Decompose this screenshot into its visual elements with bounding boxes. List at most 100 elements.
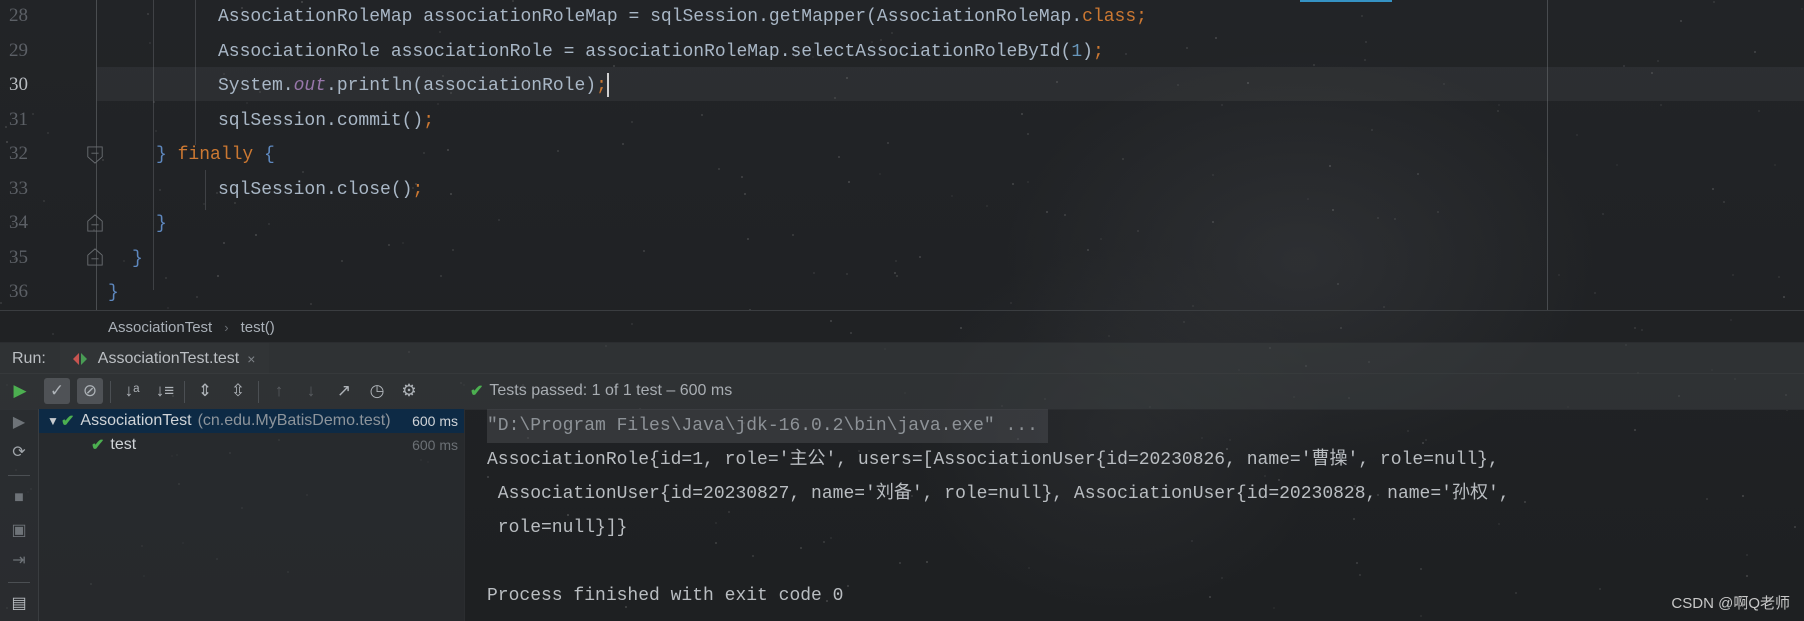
tab-title: AssociationTest.test [97, 349, 240, 367]
test-runner-toolbar: ▶ ✓ ⊘ ↓ᵃ ↓≡ ⇕ ⇳ ↑ ↓ ↗ ◷ ⚙ [0, 373, 1804, 410]
sort-alpha-icon: ↓ᵃ [124, 381, 140, 400]
test-history-button[interactable]: ◷ [364, 378, 390, 404]
code-token: } [108, 283, 119, 303]
code-line[interactable]: AssociationRole associationRole = associ… [218, 35, 1104, 69]
run-panel-header: Run: AssociationTest.test × [0, 342, 1804, 374]
line-number: 32 [9, 143, 28, 164]
test-status-text: Tests passed: 1 of 1 test – 600 ms [489, 382, 733, 399]
code-token: class [1082, 7, 1137, 27]
test-class-name: AssociationTest [80, 412, 192, 429]
show-passed-toggle[interactable]: ✓ [44, 378, 70, 404]
console-line: AssociationUser{id=20230827, name='刘备', … [487, 484, 1510, 504]
code-token: ; [1092, 41, 1104, 62]
code-token: out [293, 76, 327, 96]
tree-node-association-test[interactable]: ▼ ✔ AssociationTest (cn.edu.MyBatisDemo.… [39, 409, 464, 433]
tree-node-test[interactable]: ✔ test 600 ms [39, 433, 464, 457]
indent-guide [205, 170, 206, 210]
code-line[interactable]: AssociationRoleMap associationRoleMap = … [218, 0, 1147, 34]
code-token: ; [1136, 7, 1147, 27]
scroll-indicator [1300, 0, 1392, 2]
fold-marker-icon[interactable] [86, 248, 104, 266]
code-editor[interactable]: 28 29 30 31 32 33 34 35 36 AssociationRoleMap as… [0, 0, 1804, 310]
rerun-button[interactable]: ▶ [7, 378, 33, 404]
text-caret [606, 73, 609, 98]
console-exit-line: Process finished with exit code 0 [487, 586, 844, 606]
right-margin-guide [1547, 0, 1548, 310]
show-ignored-toggle[interactable]: ⊘ [77, 378, 103, 404]
code-token: System. [218, 76, 294, 96]
toolbar-divider [258, 381, 259, 403]
line-number: 29 [9, 39, 28, 61]
previous-failed-button[interactable]: ↑ [266, 378, 292, 404]
export-results-button[interactable]: ↗ [331, 378, 357, 404]
code-line[interactable]: sqlSession.commit(); [218, 104, 434, 138]
code-line[interactable]: System.out.println(associationRole); [218, 69, 609, 103]
code-line[interactable]: } [108, 276, 119, 310]
rerun-failed-icon: ▶ [12, 414, 26, 431]
test-results-tree: ▼ ✔ AssociationTest (cn.edu.MyBatisDemo.… [39, 409, 465, 621]
dump-threads-button[interactable]: ▣ [9, 520, 29, 540]
code-line[interactable]: } finally { [156, 138, 275, 172]
code-token: { [253, 145, 275, 165]
layout-button[interactable]: ▤ [9, 593, 29, 613]
fold-marker-icon[interactable] [86, 214, 104, 232]
watermark: CSDN @啊Q老师 [1671, 595, 1790, 612]
code-token: sqlSession.close() [218, 179, 413, 200]
line-number: 31 [9, 108, 28, 130]
test-method-name: test [110, 436, 137, 453]
strip-divider [8, 582, 30, 583]
rerun-failed-button[interactable]: ▶ [9, 412, 29, 432]
indent-guide [195, 0, 196, 145]
breadcrumb-item-method[interactable]: test() [241, 319, 275, 336]
junit-run-icon [72, 352, 88, 366]
play-icon: ▶ [13, 381, 27, 400]
layout-icon: ▤ [11, 595, 27, 612]
indent-guide [153, 0, 154, 290]
sort-by-duration-button[interactable]: ↓≡ [152, 378, 178, 404]
breadcrumb-item-class[interactable]: AssociationTest [108, 319, 212, 336]
strip-divider [8, 475, 30, 476]
code-token: } [132, 248, 143, 269]
code-line[interactable]: } [132, 242, 143, 276]
settings-button[interactable]: ⚙ [396, 378, 422, 404]
fold-marker-icon[interactable] [86, 146, 104, 164]
line-number: 33 [9, 177, 28, 199]
code-line[interactable]: sqlSession.close(); [218, 173, 423, 207]
console-output[interactable]: "D:\Program Files\Java\jdk-16.0.2\bin\ja… [465, 409, 1804, 621]
collapse-all-icon: ⇳ [230, 381, 246, 400]
line-number-gutter[interactable]: 28 29 30 31 32 33 34 35 36 [0, 0, 97, 310]
test-duration: 600 ms [412, 413, 458, 429]
code-token: finally [177, 145, 254, 165]
passed-check-icon: ✔ [91, 437, 105, 454]
toggle-auto-test-icon: ⟳ [12, 444, 26, 461]
toggle-auto-test-button[interactable]: ⟳ [9, 442, 29, 462]
stop-button[interactable]: ■ [9, 488, 29, 508]
collapse-all-button[interactable]: ⇳ [225, 378, 251, 404]
export-icon: ↗ [336, 381, 352, 400]
line-number: 30 [9, 74, 28, 95]
exit-button[interactable]: ⇥ [9, 550, 29, 570]
line-number: 36 [9, 281, 28, 302]
code-token: ; [423, 110, 435, 131]
code-token: ; [596, 76, 607, 96]
close-icon[interactable]: × [247, 351, 255, 367]
code-token: ; [412, 179, 424, 200]
sort-duration-icon: ↓≡ [155, 381, 175, 400]
toolbar-divider [110, 381, 111, 403]
line-number: 34 [9, 212, 28, 233]
code-line[interactable]: } [156, 207, 167, 241]
console-line: AssociationRole{id=1, role='主公', users=[… [487, 450, 1499, 470]
toolbar-divider [184, 381, 185, 403]
check-icon: ✔ [470, 383, 484, 400]
ignored-icon: ⊘ [82, 381, 98, 400]
expand-arrow-icon[interactable]: ▼ [47, 414, 61, 428]
arrow-up-icon: ↑ [274, 381, 284, 400]
sort-alphabetically-button[interactable]: ↓ᵃ [119, 378, 145, 404]
expand-all-button[interactable]: ⇕ [192, 378, 218, 404]
code-token: AssociationRole associationRole = associ… [218, 41, 1072, 62]
test-status: ✔ Tests passed: 1 of 1 test – 600 ms [470, 373, 732, 409]
breadcrumb: AssociationTest › test() [0, 310, 1804, 343]
next-failed-button[interactable]: ↓ [298, 378, 324, 404]
tab-association-test[interactable]: AssociationTest.test × [59, 343, 270, 374]
camera-icon: ▣ [11, 522, 27, 539]
